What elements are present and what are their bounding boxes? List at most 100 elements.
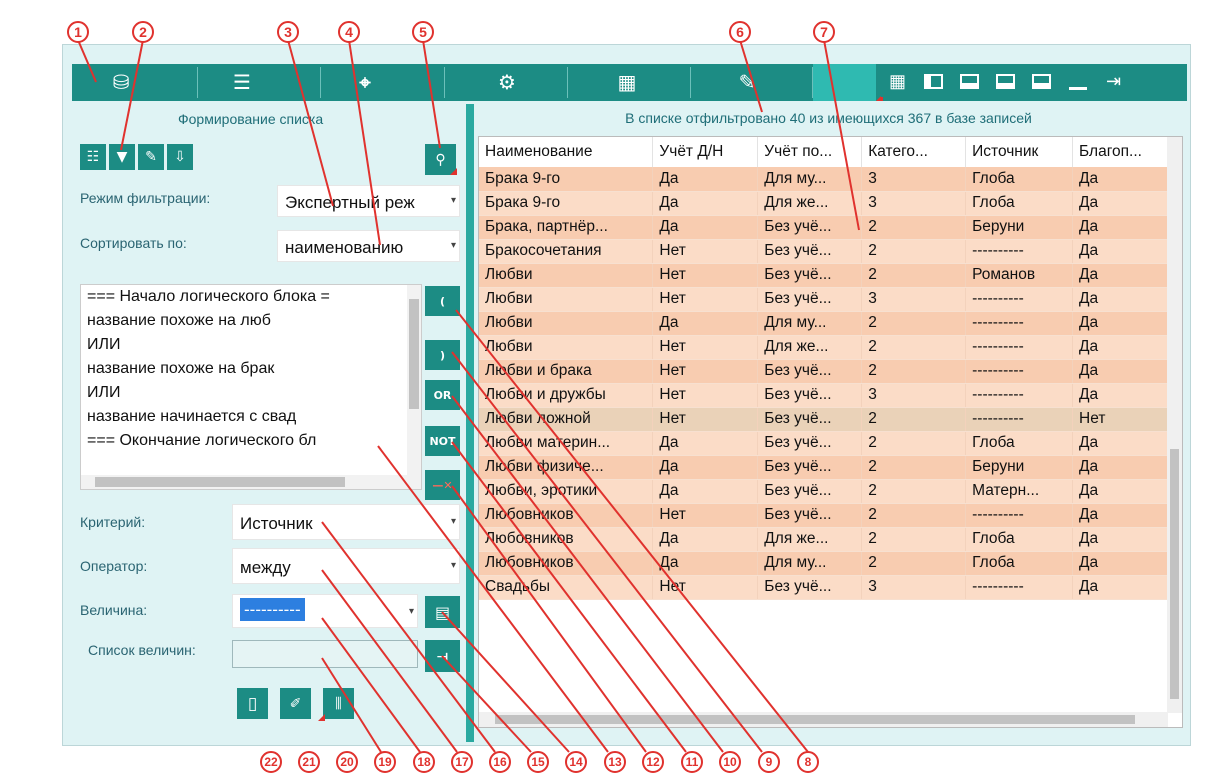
table-cell: Брака 9-го [479,191,654,216]
not-button[interactable]: NOT [425,426,460,456]
grid-icon: ▦ [888,71,906,91]
table-row[interactable]: Любовников Да Для же... 2 Глоба Да [479,527,1169,552]
table-cell: Да [1072,263,1169,288]
list-view-button[interactable]: ☷ [80,144,106,170]
table-cell: Без учё... [757,215,863,240]
column-header[interactable]: Источник [965,137,1074,167]
table-cell: 2 [861,359,967,384]
table-cell: Нет [652,383,759,408]
grid-horizontal-scrollbar[interactable] [479,712,1168,727]
table-cell: Нет [1072,407,1169,432]
pen-icon[interactable]: ✎ [732,69,762,95]
tab-active[interactable] [813,64,876,101]
clear-list-button[interactable]: ⟞ [425,640,460,672]
table-row[interactable]: Любви Нет Без учё... 2 Романов Да [479,263,1169,288]
table-cell: 3 [861,287,967,312]
table-cell: Романов [965,263,1074,288]
callout-14: 14 [565,751,587,773]
editor-line: === Окончание логического бл [87,432,317,449]
pin-icon: ⚲ [435,151,446,168]
operator-select[interactable]: между ▾ [232,548,460,584]
table-cell: 3 [861,191,967,216]
apply-filter-button[interactable]: ⫼ [323,688,354,719]
calculator-icon[interactable]: ▦ [612,69,642,95]
minimize-button[interactable] [1061,66,1094,97]
table-cell: Без учё... [757,455,863,480]
table-cell: 2 [861,311,967,336]
filter-mode-value: Экспертный реж [285,193,415,212]
table-row[interactable]: Бракосочетания Нет Без учё... 2 ---------- Да [479,239,1169,264]
delete-line-button[interactable]: —✕ [425,470,460,500]
value-list-field[interactable] [232,640,418,668]
top-panel-button[interactable] [1025,66,1058,97]
table-row[interactable]: Любви ложной Нет Без учё... 2 ---------- Нет [479,407,1169,432]
records-grid[interactable]: Наименование Учёт Д/Н Учёт по... Катего... И… [478,136,1183,728]
filter-icon: ▼ [116,149,128,165]
value-list-label: Список величин: [88,642,196,658]
table-cell: Да [652,479,759,504]
table-row[interactable]: Любви и брака Нет Без учё... 2 ---------- Да [479,359,1169,384]
table-cell: Любовников [479,527,654,552]
callout-22: 22 [260,751,282,773]
chevron-down-icon: ▾ [450,240,456,251]
panel-splitter[interactable] [466,104,474,742]
table-row[interactable]: Любви Нет Для же... 2 ---------- Да [479,335,1169,360]
column-header[interactable]: Благоп... [1072,137,1169,167]
open-bracket-button[interactable]: ( [425,286,460,316]
chevron-down-icon: ▾ [450,560,456,571]
export-button[interactable]: ⇩ [167,144,193,170]
table-cell: Без учё... [757,407,863,432]
left-panel-button[interactable] [917,66,950,97]
table-row[interactable]: Любви и дружбы Нет Без учё... 3 ---------- Да [479,383,1169,408]
grid-view-button[interactable]: ▦ [881,66,914,97]
right-bottom-panel-button[interactable] [989,66,1022,97]
filter-expression-editor[interactable]: === Начало логического блока = название … [80,284,422,490]
database-icon[interactable]: ⛁ [106,69,136,95]
table-row[interactable]: Любви Нет Без учё... 3 ---------- Да [479,287,1169,312]
editor-line: ИЛИ [87,336,121,353]
table-row[interactable]: Любви, эротики Да Без учё... 2 Матерн... Да [479,479,1169,504]
new-filter-button[interactable]: ▯ [237,688,268,719]
table-cell: Без учё... [757,503,863,528]
column-header[interactable]: Учёт Д/Н [652,137,759,167]
add-value-button[interactable]: ▤ [425,596,460,628]
callout-17: 17 [451,751,473,773]
edit-filter-button[interactable]: ✐ [280,688,311,719]
close-bracket-button[interactable]: ) [425,340,460,370]
sort-select[interactable]: наименованию ▾ [277,230,460,262]
table-row[interactable]: Любовников Нет Без учё... 2 ---------- Да [479,503,1169,528]
or-button[interactable]: OR [425,380,460,410]
table-row[interactable]: Любовников Да Для му... 2 Глоба Да [479,551,1169,576]
edit-button[interactable]: ✎ [138,144,164,170]
editor-horizontal-scrollbar[interactable] [81,475,421,489]
table-cell: 2 [861,503,967,528]
table-cell: Любви, эротики [479,479,654,504]
gear-icon[interactable]: ⚙ [492,69,522,95]
chevron-down-icon: ▾ [408,606,414,617]
table-row[interactable]: Любви физиче... Да Без учё... 2 Беруни Да [479,455,1169,480]
column-header[interactable]: Учёт по... [757,137,863,167]
filter-button[interactable]: ▼ [109,144,135,170]
left-panel-icon [924,74,943,89]
column-header[interactable]: Катего... [861,137,967,167]
table-row[interactable]: Брака, партнёр... Да Без учё... 2 Беруни Да [479,215,1169,240]
list-icon[interactable]: ☰ [227,69,257,95]
table-row[interactable]: Свадьбы Нет Без учё... 3 ---------- Да [479,575,1169,600]
table-row[interactable]: Любви материн... Да Без учё... 2 Глоба Да [479,431,1169,456]
crosshair-icon[interactable]: ⌖ [350,69,380,95]
criterion-select[interactable]: Источник ▾ [232,504,460,540]
panel-icon [996,74,1015,89]
exit-button[interactable]: ⇥ [1097,66,1130,97]
table-row[interactable]: Брака 9-го Да Для же... 3 Глоба Да [479,191,1169,216]
column-header[interactable]: Наименование [479,137,654,167]
bottom-panel-button[interactable] [953,66,986,97]
grid-vertical-scrollbar[interactable] [1167,137,1182,713]
filter-mode-select[interactable]: Экспертный реж ▾ [277,185,460,217]
table-cell: Для му... [757,551,863,576]
table-cell: Любви [479,287,654,312]
table-row[interactable]: Брака 9-го Да Для му... 3 Глоба Да [479,167,1169,192]
value-input[interactable]: ---------- ▾ [232,594,418,628]
editor-vertical-scrollbar[interactable] [407,285,421,475]
table-row[interactable]: Любви Да Для му... 2 ---------- Да [479,311,1169,336]
table-cell: Да [1072,215,1169,240]
